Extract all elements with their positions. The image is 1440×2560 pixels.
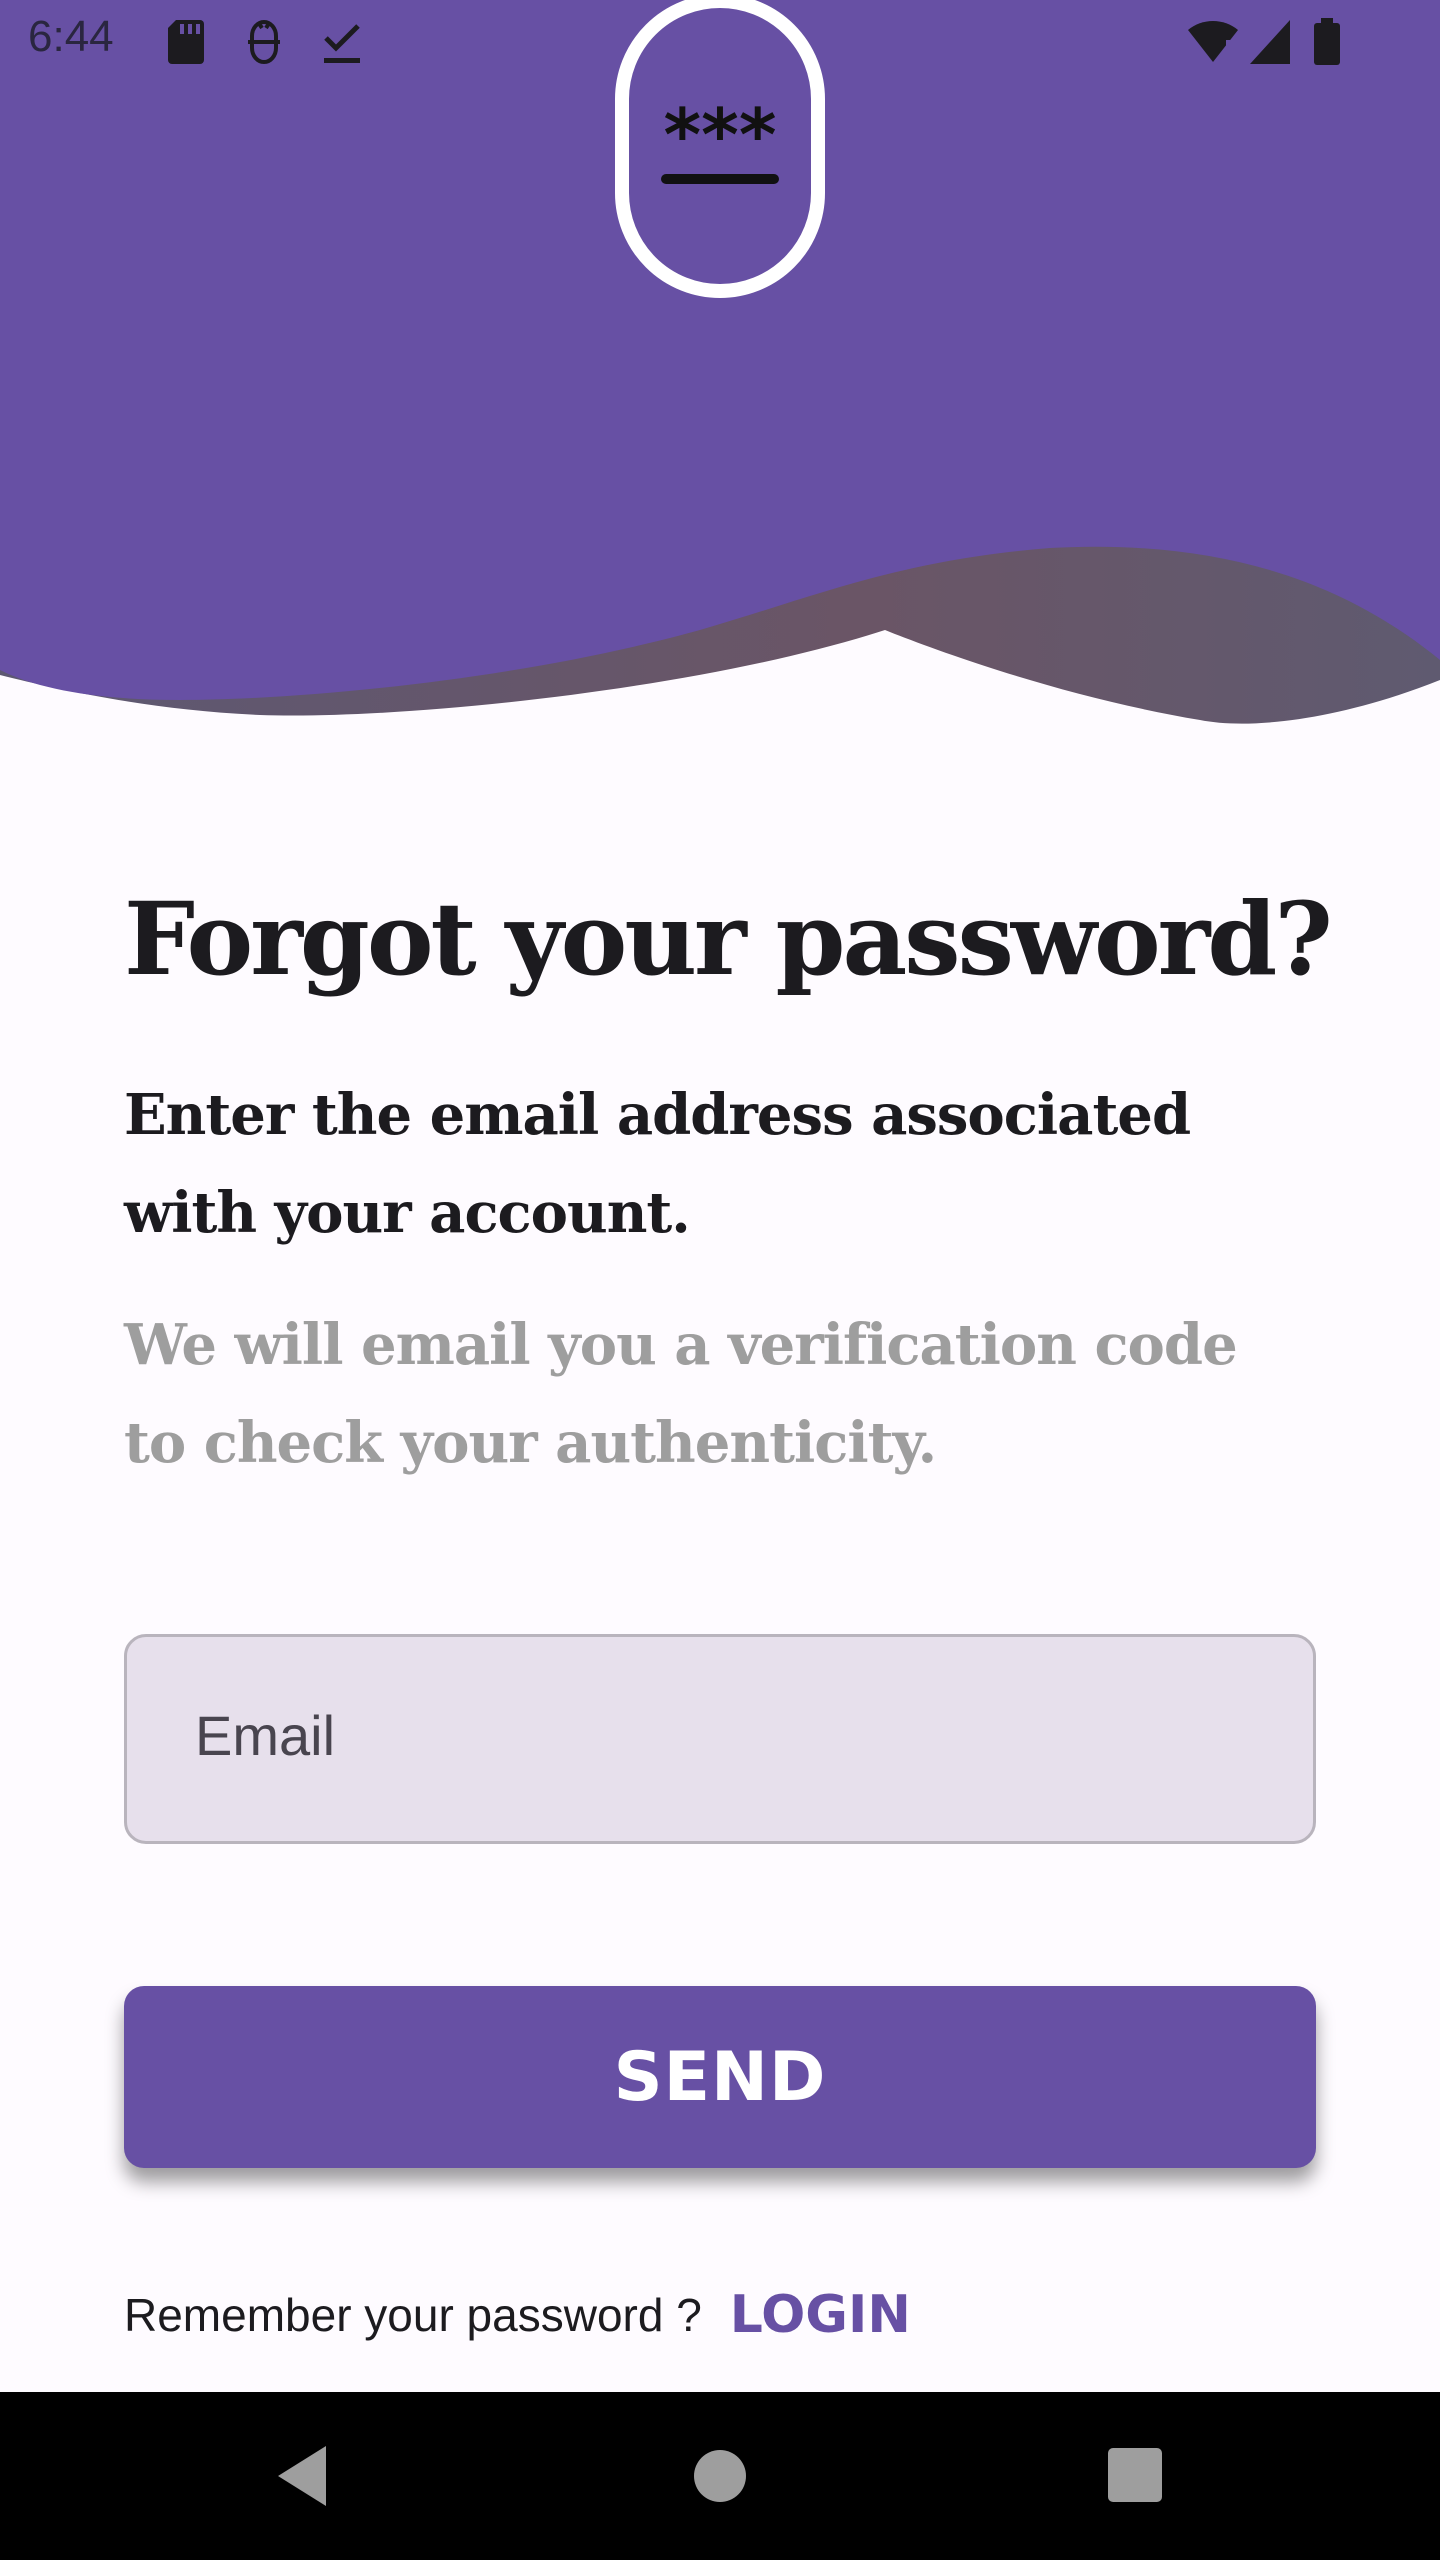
password-badge-icon: ***: [615, 0, 825, 298]
recents-icon[interactable]: [1096, 2436, 1176, 2516]
back-icon[interactable]: [268, 2436, 348, 2516]
home-icon[interactable]: [680, 2436, 760, 2516]
signal-icon: [1250, 20, 1290, 64]
sd-card-icon: [168, 20, 204, 64]
battery-icon: [1314, 18, 1340, 65]
badge-text: ***: [664, 93, 777, 177]
navigation-bar: [0, 2392, 1440, 2560]
email-placeholder: Email: [195, 1704, 336, 1767]
hedgehog-icon: [248, 20, 280, 64]
status-time: 6:44: [28, 12, 114, 61]
remember-password-text: Remember your password ?: [124, 2289, 702, 2341]
send-button[interactable]: SEND: [124, 1986, 1316, 2168]
login-link[interactable]: LOGIN: [730, 2285, 911, 2345]
download-done-icon: [324, 24, 360, 63]
page-note: We will email you a verification code to…: [124, 1312, 1238, 1476]
page-title: Forgot your password?: [124, 880, 1333, 998]
page-subtitle: Enter the email address associated with …: [124, 1082, 1191, 1246]
wifi-icon: [1188, 21, 1238, 62]
login-prompt-row: Remember your password ? LOGIN: [124, 2280, 911, 2350]
email-field[interactable]: Email: [124, 1634, 1316, 1844]
